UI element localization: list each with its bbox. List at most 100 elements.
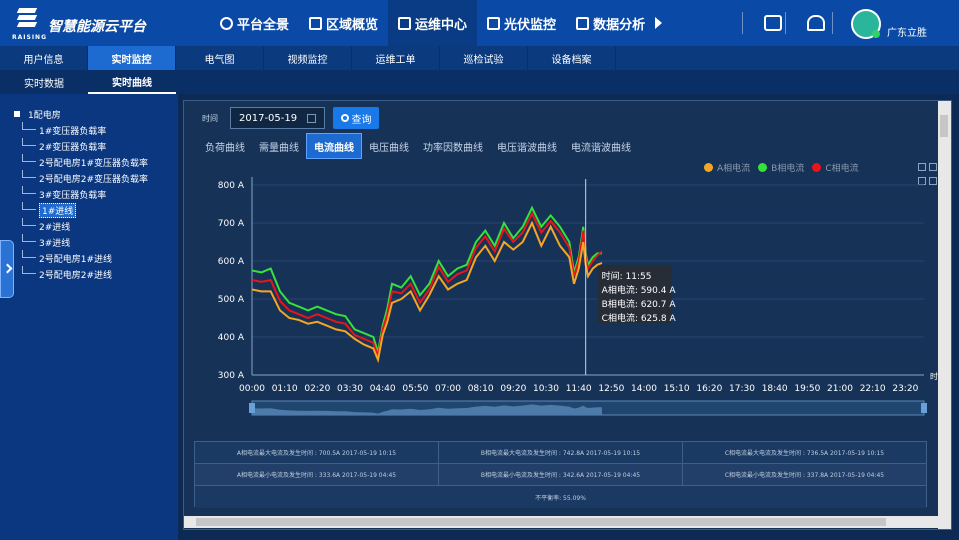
sidebar-toggle-button[interactable] — [0, 240, 14, 298]
tooltip-line: A相电流: 590.4 A — [602, 284, 677, 296]
subnav-video[interactable]: 视频监控 — [264, 46, 352, 70]
nav-item-pv[interactable]: 光伏监控 — [477, 0, 566, 46]
stats-row-max: A相电流最大电流及发生时间 : 700.5A 2017-05-19 10:15 … — [195, 442, 926, 464]
user-name[interactable]: 广东立胜 — [887, 24, 927, 39]
y-tick-label: 600 A — [218, 257, 245, 267]
x-tick-label: 14:00 — [631, 384, 657, 394]
scroll-thumb[interactable] — [940, 115, 948, 137]
x-tick-label: 17:30 — [729, 384, 755, 394]
edit-icon — [398, 16, 412, 30]
x-tick-label: 08:10 — [468, 384, 494, 394]
logo-mark-icon — [16, 8, 38, 30]
nav-item-ops[interactable]: 运维中心 — [388, 0, 478, 46]
divider — [785, 12, 786, 34]
stats-table: A相电流最大电流及发生时间 : 700.5A 2017-05-19 10:15 … — [194, 441, 927, 508]
x-tick-label: 09:20 — [500, 384, 526, 394]
avatar[interactable] — [851, 9, 881, 39]
tree-line-icon — [22, 170, 36, 178]
tree-item[interactable]: 2号配电房2#变压器负载率 — [22, 170, 178, 186]
tree-line-icon — [22, 186, 36, 194]
y-tick-label: 800 A — [218, 181, 245, 191]
divider — [742, 12, 743, 34]
subnav: 用户信息 实时监控 电气图 视频监控 运维工单 巡检试验 设备档案 — [0, 46, 959, 70]
subnav-electrical-diagram[interactable]: 电气图 — [176, 46, 264, 70]
tree-item[interactable]: 2#进线 — [22, 218, 178, 234]
nav-item-region[interactable]: 区域概览 — [299, 0, 388, 46]
subnav-device-file[interactable]: 设备档案 — [528, 46, 616, 70]
vertical-scrollbar[interactable] — [938, 101, 951, 529]
x-tick-label: 05:50 — [402, 384, 428, 394]
y-tick-label: 300 A — [218, 371, 245, 381]
tree-line-icon — [22, 234, 36, 242]
y-tick-label: 700 A — [218, 219, 245, 229]
x-tick-label: 23:20 — [892, 384, 918, 394]
chat-icon[interactable] — [764, 15, 782, 31]
tree-line-icon — [22, 122, 36, 130]
tree-item[interactable]: 3#进线 — [22, 234, 178, 250]
x-tick-label: 10:30 — [533, 384, 559, 394]
x-tick-label: 12:50 — [598, 384, 624, 394]
top-bar: RAISING 智慧能源云平台 平台全景 区域概览 运维中心 光伏监控 数据分析… — [0, 0, 959, 46]
stats-cell: C相电流最小电流及发生时间 : 337.8A 2017-05-19 04:45 — [683, 464, 926, 485]
x-tick-label: 02:20 — [304, 384, 330, 394]
chart-panel: 时间 2017-05-19 查询 负荷曲线 需量曲线 电流曲线 电压曲线 功率因… — [183, 100, 952, 530]
x-tick-label: 22:10 — [860, 384, 886, 394]
tree-item[interactable]: 2号配电房1#进线 — [22, 250, 178, 266]
scroll-thumb[interactable] — [196, 518, 886, 526]
tree-line-icon — [22, 218, 36, 226]
tree-item[interactable]: 2号配电房2#进线 — [22, 266, 178, 282]
horizontal-scrollbar[interactable] — [184, 516, 938, 528]
tree-line-icon — [22, 154, 36, 162]
nav-item-panorama[interactable]: 平台全景 — [210, 0, 299, 46]
stats-cell: 不平衡率: 55.09% — [195, 486, 926, 508]
x-tick-label: 18:40 — [762, 384, 788, 394]
main-nav: 平台全景 区域概览 运维中心 光伏监控 数据分析 — [210, 0, 655, 46]
data-zoom-handle-right — [921, 403, 927, 413]
tree-sidebar: 1配电房 1#变压器负载率 2#变压器负载率 2号配电房1#变压器负载率 2号配… — [0, 94, 178, 540]
series-line-c — [251, 211, 603, 360]
x-tick-label: 21:00 — [827, 384, 853, 394]
tooltip-line: 时间: 11:55 — [602, 270, 652, 282]
x-tick-label: 15:10 — [664, 384, 690, 394]
x-axis-label: 时 — [930, 371, 938, 381]
tree-item[interactable]: 1#变压器负载率 — [22, 122, 178, 138]
tree-line-icon — [22, 250, 36, 258]
y-tick-label: 500 A — [218, 295, 245, 305]
divider — [832, 12, 833, 34]
tree-line-icon — [22, 266, 36, 274]
nav-item-analysis[interactable]: 数据分析 — [566, 0, 655, 46]
current-line-chart[interactable]: 300 A 400 A 500 A 600 A 700 A 800 A 00:00 01:10… — [184, 101, 951, 431]
tree-root[interactable]: 1配电房 — [14, 106, 178, 122]
tree-item-selected[interactable]: 1#进线 — [22, 202, 178, 218]
tooltip-line: B相电流: 620.7 A — [602, 298, 677, 310]
x-tick-label: 07:00 — [435, 384, 461, 394]
x-tick-label: 11:40 — [566, 384, 592, 394]
subnav2-realtime-curve[interactable]: 实时曲线 — [88, 70, 176, 94]
stats-cell: B相电流最大电流及发生时间 : 742.8A 2017-05-19 10:15 — [439, 442, 683, 463]
tree-item[interactable]: 3#变压器负载率 — [22, 186, 178, 202]
nav-next-icon[interactable] — [655, 17, 662, 29]
stats-cell: A相电流最大电流及发生时间 : 700.5A 2017-05-19 10:15 — [195, 442, 439, 463]
bar-chart-icon — [576, 16, 590, 30]
collapse-icon[interactable] — [14, 111, 20, 117]
x-tick-label: 01:10 — [272, 384, 298, 394]
x-tick-label: 03:30 — [337, 384, 363, 394]
subnav-inspection[interactable]: 巡检试验 — [440, 46, 528, 70]
subnav-work-order[interactable]: 运维工单 — [352, 46, 440, 70]
chart-icon — [309, 16, 323, 30]
subnav-user-info[interactable]: 用户信息 — [0, 46, 88, 70]
x-tick-label: 00:00 — [239, 384, 265, 394]
stats-cell: C相电流最大电流及发生时间 : 736.5A 2017-05-19 10:15 — [683, 442, 926, 463]
tree-item[interactable]: 2#变压器负载率 — [22, 138, 178, 154]
stats-row-min: A相电流最小电流及发生时间 : 333.6A 2017-05-19 04:45 … — [195, 464, 926, 486]
bell-icon[interactable] — [807, 15, 825, 31]
stats-row-imbalance: 不平衡率: 55.09% — [195, 486, 926, 508]
x-tick-label: 04:40 — [370, 384, 396, 394]
subnav2-realtime-data[interactable]: 实时数据 — [0, 70, 88, 94]
data-zoom-handle-left — [249, 403, 255, 413]
subnav2: 实时数据 实时曲线 — [0, 70, 959, 94]
subnav-realtime-monitor[interactable]: 实时监控 — [88, 46, 176, 70]
tooltip-line: C相电流: 625.8 A — [602, 312, 677, 324]
stats-cell: B相电流最小电流及发生时间 : 342.6A 2017-05-19 04:45 — [439, 464, 683, 485]
tree-item[interactable]: 2号配电房1#变压器负载率 — [22, 154, 178, 170]
